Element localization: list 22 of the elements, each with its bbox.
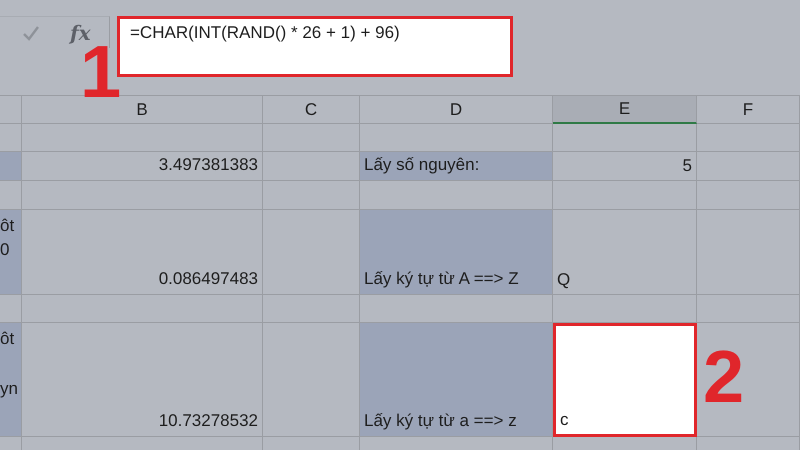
column-header[interactable] [0,95,22,124]
value-cell[interactable]: 5 [553,152,697,181]
cell-text: ôt [0,329,16,349]
step-number: 2 [703,340,744,414]
label-cell: Lấy số nguyên: [360,152,553,181]
label-cell: Lấy ký tự từ a ==> z [360,323,553,437]
formula-field[interactable]: =CHAR(INT(RAND() * 26 + 1) + 96) [117,16,513,77]
column-header[interactable]: F [697,95,800,124]
value-cell[interactable]: Q [553,210,697,295]
value-cell: 0.086497483 [22,210,263,295]
label-cell [0,152,22,181]
selected-cell[interactable]: c [553,323,697,437]
value-cell: 3.497381383 [22,152,263,181]
cell-text: ôt [0,216,16,236]
column-header[interactable]: D [360,95,553,124]
label-cell: Lấy ký tự từ A ==> Z [360,210,553,295]
value-cell: 10.73278532 [22,323,263,437]
check-icon[interactable] [22,24,40,40]
column-header[interactable]: E [553,95,697,124]
column-header[interactable]: C [263,95,360,124]
cell-text: 0 [0,240,10,260]
cell-text: yn [0,379,19,399]
